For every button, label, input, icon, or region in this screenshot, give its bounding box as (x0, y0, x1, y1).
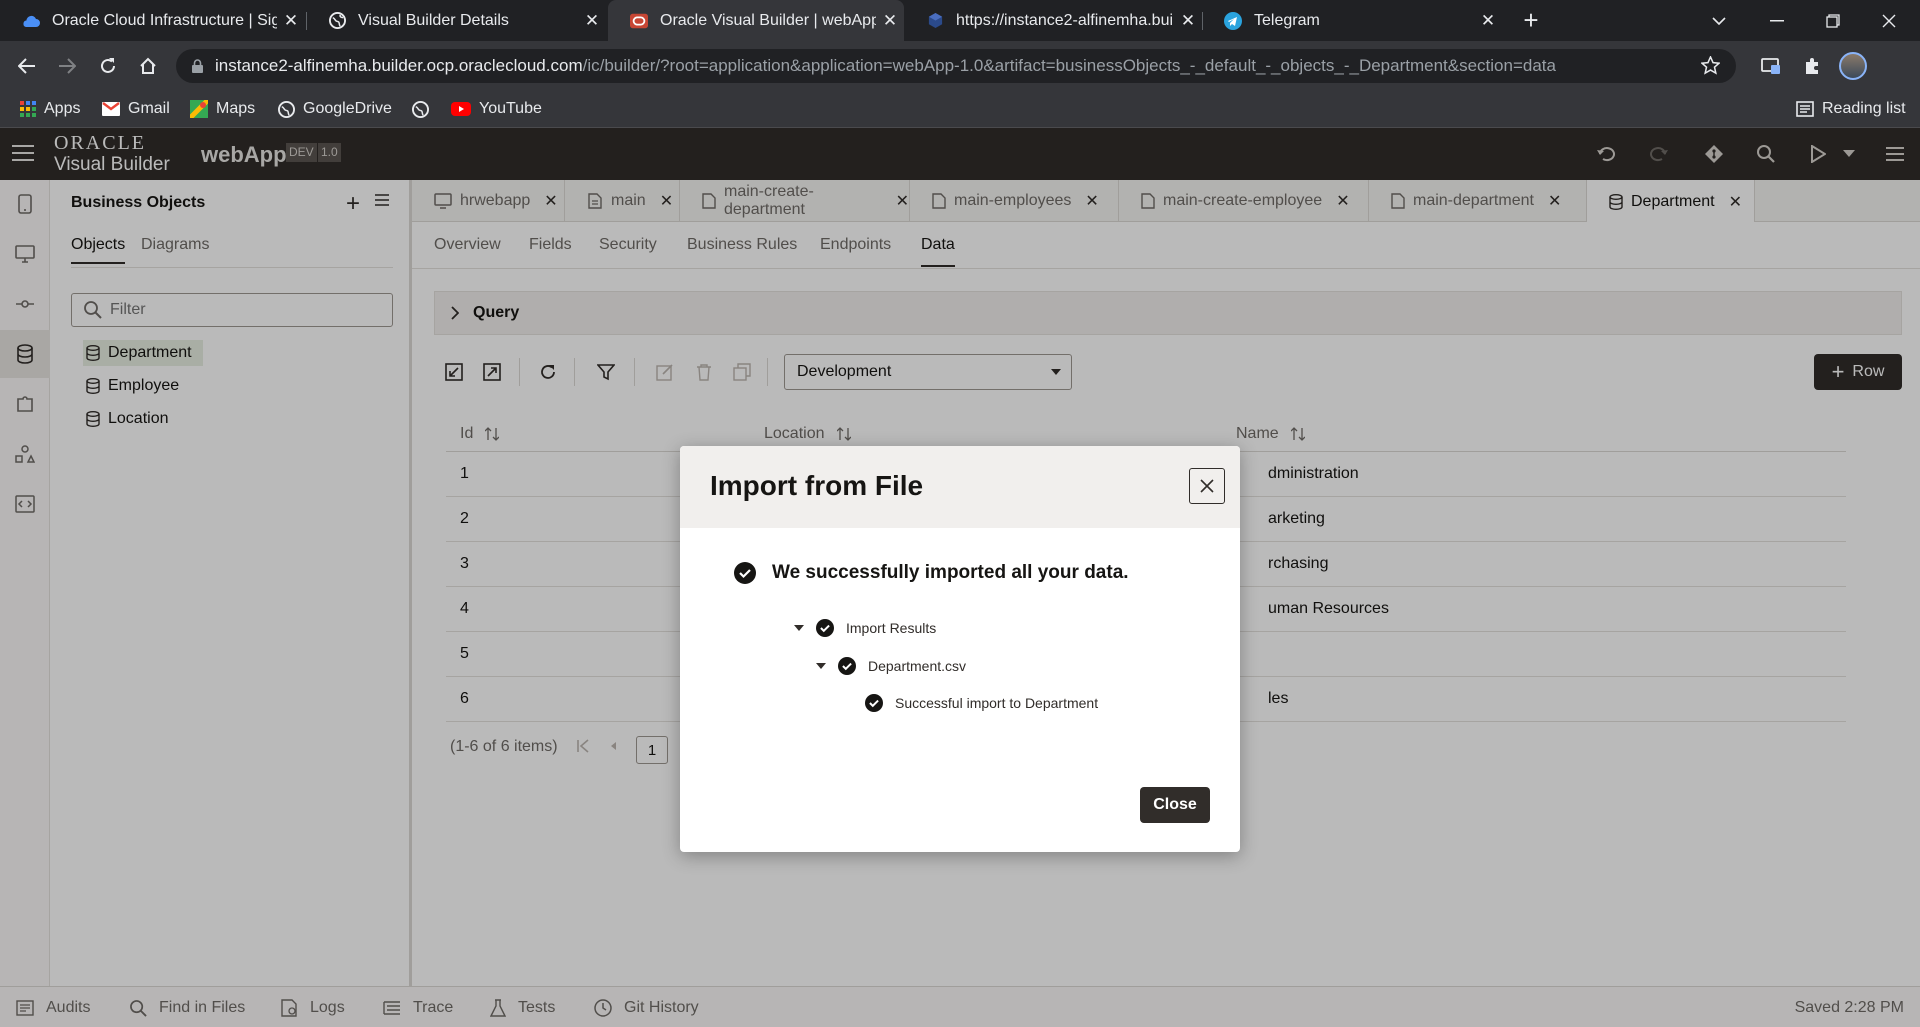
close-icon (1200, 479, 1214, 493)
close-button[interactable]: Close (1140, 787, 1210, 823)
browser-tab-title: Visual Builder Details (358, 11, 509, 29)
back-icon[interactable] (14, 53, 40, 79)
dialog-close-button[interactable] (1189, 468, 1225, 504)
tree-node-result: Successful import to Department (865, 694, 1098, 712)
globe-icon (412, 100, 429, 118)
box-icon (926, 12, 944, 30)
tab-search-icon[interactable] (1694, 0, 1744, 41)
apps-grid-icon (20, 101, 36, 117)
url-field[interactable]: instance2-alfinemha.builder.ocp.oraclecl… (176, 49, 1736, 83)
bookmark-label: Apps (44, 100, 81, 117)
bookmark-maps[interactable]: Maps (190, 90, 255, 128)
home-icon[interactable] (135, 53, 161, 79)
bookmark-apps[interactable]: Apps (20, 90, 80, 128)
bookmark-googledrive[interactable]: GoogleDrive (278, 90, 392, 128)
reading-list[interactable]: Reading list (1796, 90, 1906, 128)
gmail-icon (102, 102, 120, 116)
globe-icon (328, 12, 346, 30)
youtube-icon (451, 102, 471, 116)
browser-tab-title: https://instance2-alfinemha.build (956, 11, 1174, 29)
profile-avatar[interactable] (1839, 52, 1867, 80)
url-path: /ic/builder/?root=application&applicatio… (582, 56, 1556, 75)
oracle-icon (630, 12, 648, 30)
reading-list-icon (1796, 101, 1814, 117)
minimize-icon[interactable] (1752, 0, 1802, 41)
bookmark-label: GoogleDrive (303, 100, 392, 117)
dialog-title: Import from File (710, 470, 924, 501)
browser-tab-bar: Oracle Cloud Infrastructure | Sign ✕ Vis… (0, 0, 1920, 41)
browser-tab-title: Oracle Cloud Infrastructure | Sign (52, 11, 277, 29)
dialog-header: Import from File (680, 446, 1240, 528)
tree-node-import-results[interactable]: Import Results (794, 619, 936, 637)
check-circle-icon (865, 694, 883, 712)
success-message-row: We successfully imported all your data. (734, 562, 1129, 584)
check-circle-icon (838, 657, 856, 675)
expand-triangle-icon[interactable] (794, 625, 804, 631)
browser-tab-telegram[interactable]: Telegram ✕ (1202, 0, 1502, 41)
address-bar: instance2-alfinemha.builder.ocp.oraclecl… (0, 41, 1920, 90)
extensions-icon[interactable] (1799, 53, 1825, 79)
browser-tab-vb-details[interactable]: Visual Builder Details ✕ (306, 0, 606, 41)
browser-tab-oci[interactable]: Oracle Cloud Infrastructure | Sign ✕ (0, 0, 305, 41)
bookmark-star-icon[interactable] (1701, 56, 1720, 75)
window-close-icon[interactable] (1864, 0, 1914, 41)
check-circle-icon (816, 619, 834, 637)
tree-node-label: Import Results (846, 620, 937, 636)
browser-tab-vb-app[interactable]: Oracle Visual Builder | webApp-1 ✕ (608, 0, 904, 41)
tree-node-file[interactable]: Department.csv (816, 657, 966, 675)
close-icon[interactable]: ✕ (277, 11, 305, 31)
cast-icon[interactable] (1758, 53, 1784, 79)
cloud-icon (22, 12, 40, 30)
forward-icon[interactable] (54, 53, 80, 79)
lock-icon (192, 59, 203, 73)
close-icon[interactable]: ✕ (1174, 11, 1202, 31)
reading-list-label: Reading list (1822, 100, 1906, 117)
bookmark-youtube[interactable]: YouTube (451, 90, 542, 128)
maps-icon (190, 100, 208, 118)
import-dialog: Import from File We successfully importe… (680, 446, 1240, 852)
bookmark-gmail[interactable]: Gmail (102, 90, 170, 128)
telegram-icon (1224, 11, 1242, 30)
success-message: We successfully imported all your data. (772, 562, 1129, 583)
close-icon[interactable]: ✕ (876, 11, 904, 31)
restore-icon[interactable] (1808, 0, 1858, 41)
bookmark-globe[interactable] (412, 90, 437, 128)
tree-node-label: Successful import to Department (895, 695, 1099, 711)
url-host: instance2-alfinemha.builder.ocp.oraclecl… (215, 56, 583, 75)
expand-triangle-icon[interactable] (816, 663, 826, 669)
browser-tab-title: Oracle Visual Builder | webApp-1 (660, 11, 876, 29)
tree-node-label: Department.csv (868, 658, 967, 674)
close-icon[interactable]: ✕ (1474, 11, 1502, 31)
url-text: instance2-alfinemha.builder.ocp.oraclecl… (215, 56, 1556, 76)
close-icon[interactable]: ✕ (578, 11, 606, 31)
bookmarks-bar: Apps Gmail Maps GoogleDrive YouTube Read… (0, 90, 1920, 128)
browser-tab-instance[interactable]: https://instance2-alfinemha.build ✕ (904, 0, 1202, 41)
globe-icon (278, 100, 295, 118)
new-tab-button[interactable]: + (1516, 0, 1546, 41)
browser-tab-title: Telegram (1254, 11, 1320, 29)
bookmark-label: Gmail (128, 100, 170, 117)
check-circle-icon (734, 562, 756, 584)
bookmark-label: YouTube (479, 100, 542, 117)
reload-icon[interactable] (95, 53, 121, 79)
bookmark-label: Maps (216, 100, 256, 117)
